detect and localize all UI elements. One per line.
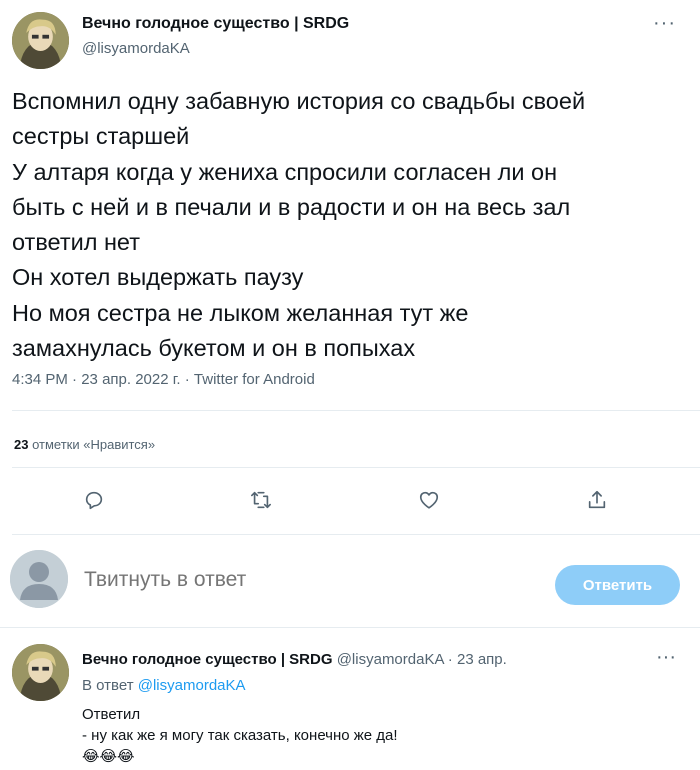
reply-icon — [85, 491, 103, 510]
reply-author-handle[interactable]: @lisyamordaKA — [337, 651, 444, 668]
reply-input[interactable] — [84, 568, 524, 592]
current-user-avatar[interactable] — [10, 550, 68, 608]
divider — [12, 534, 700, 535]
divider — [0, 627, 700, 628]
reply-text: Ответил - ну как же я могу так сказать, … — [82, 706, 398, 765]
reply-to-line: В ответ @lisyamordaKA — [82, 677, 246, 694]
meta-separator: · — [67, 371, 82, 388]
divider — [12, 410, 700, 411]
like-button[interactable] — [414, 485, 444, 515]
reply-to-handle-link[interactable]: @lisyamordaKA — [138, 677, 246, 694]
reply-author-avatar[interactable] — [12, 644, 69, 701]
author-avatar[interactable] — [12, 12, 69, 69]
like-icon — [419, 491, 439, 509]
more-options-icon[interactable]: ··· — [653, 12, 676, 35]
retweet-icon — [251, 491, 271, 509]
meta-separator: · — [180, 371, 194, 388]
tweet-meta: 4:34 PM · 23 апр. 2022 г. · Twitter for … — [12, 371, 315, 388]
reply-submit-button[interactable]: Ответить — [555, 565, 680, 605]
divider — [12, 467, 700, 468]
reply-author-name[interactable]: Вечно голодное существо | SRDG — [82, 651, 333, 668]
likes-count: 23 — [14, 437, 29, 452]
retweet-button[interactable] — [246, 485, 276, 515]
tweet-time[interactable]: 4:34 PM — [12, 371, 68, 388]
author-handle[interactable]: @lisyamordaKA — [82, 40, 190, 57]
reply-button[interactable] — [79, 485, 109, 515]
tweet-text: Вспомнил одну забавную история со свадьб… — [12, 88, 586, 362]
action-bar — [0, 485, 700, 521]
likes-label: отметки «Нравится» — [32, 437, 156, 452]
share-button[interactable] — [582, 485, 612, 515]
tweet-source[interactable]: Twitter for Android — [194, 371, 315, 388]
reply-to-label: В ответ — [82, 677, 134, 694]
share-icon — [588, 490, 606, 509]
reply-more-options-icon[interactable]: ··· — [656, 646, 676, 669]
reply-date[interactable]: 23 апр. — [457, 651, 507, 668]
reply-header: Вечно голодное существо | SRDG @lisyamor… — [82, 651, 507, 668]
author-display-name[interactable]: Вечно голодное существо | SRDG — [82, 15, 349, 33]
likes-stat[interactable]: 23 отметки «Нравится» — [14, 437, 155, 452]
default-user-icon — [10, 550, 68, 608]
tweet-date[interactable]: 23 апр. 2022 г. — [81, 371, 180, 388]
reply-separator: · — [443, 651, 457, 668]
